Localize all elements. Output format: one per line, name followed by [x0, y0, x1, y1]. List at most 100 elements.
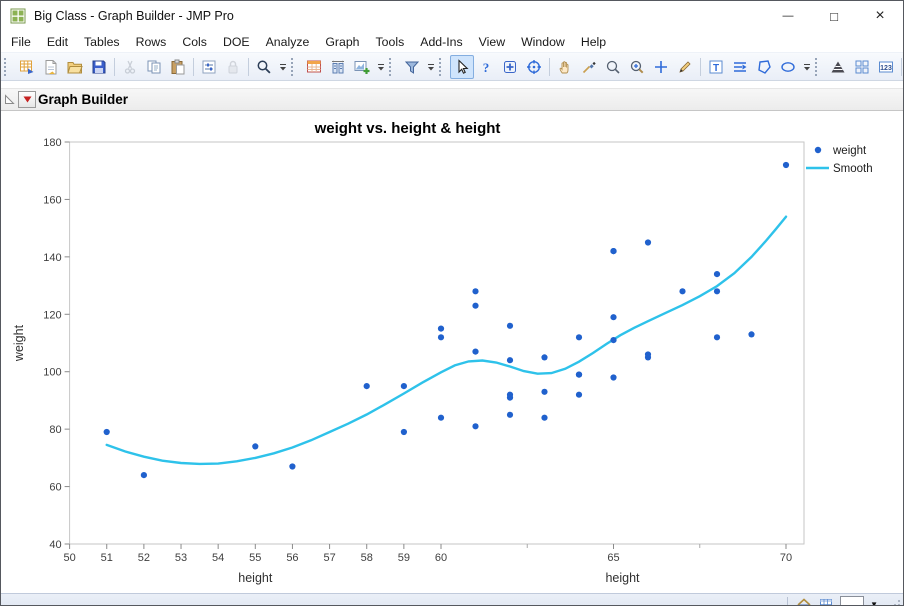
- graph-builder-canvas[interactable]: 40 60 80 100 120 140 160 180 weight 50 51 52 53 54 55 5…: [1, 111, 903, 588]
- toolbar-grip[interactable]: [4, 57, 11, 76]
- target-toolbar-icon[interactable]: [522, 55, 546, 79]
- scatter-point[interactable]: [506, 391, 514, 398]
- toolbar-grip[interactable]: [439, 57, 446, 76]
- scatter-point[interactable]: [472, 423, 479, 430]
- new-journal-toolbar-icon[interactable]: [39, 55, 63, 79]
- x-axis-label[interactable]: height: [605, 571, 640, 585]
- scatter-point[interactable]: [506, 322, 514, 329]
- y-axis-label[interactable]: weight: [12, 324, 26, 362]
- menu-analyze[interactable]: Analyze: [258, 33, 318, 51]
- scatter-point[interactable]: [782, 161, 790, 169]
- menu-edit[interactable]: Edit: [39, 33, 76, 51]
- lines-toolbar-icon[interactable]: [728, 55, 752, 79]
- toolbar-grip[interactable]: [291, 57, 298, 76]
- chart-title[interactable]: weight vs. height & height: [314, 120, 501, 137]
- toolbar-grip[interactable]: [389, 57, 396, 76]
- scatter-point[interactable]: [472, 288, 479, 295]
- toolbar-overflow-caret-icon[interactable]: [800, 56, 813, 78]
- preferences-toolbar-icon[interactable]: [197, 55, 221, 79]
- brush-toolbar-icon[interactable]: [577, 55, 601, 79]
- new-data-table-toolbar-icon[interactable]: [15, 55, 39, 79]
- scatter-point[interactable]: [437, 334, 445, 341]
- scatter-point[interactable]: [713, 288, 721, 295]
- columns-toolbar-icon[interactable]: [326, 55, 350, 79]
- grid-layout-toolbar-icon[interactable]: [850, 55, 874, 79]
- menu-view[interactable]: View: [471, 33, 513, 51]
- plot-frame[interactable]: [69, 141, 805, 545]
- scatter-point[interactable]: [103, 428, 110, 436]
- scatter-point[interactable]: [748, 331, 755, 338]
- scatter-point[interactable]: [472, 302, 479, 309]
- legend-label[interactable]: weight: [832, 145, 867, 157]
- toolbar-overflow-caret-icon[interactable]: [374, 56, 387, 78]
- scatter-point[interactable]: [610, 314, 617, 321]
- scatter-point[interactable]: [400, 383, 407, 390]
- scatter-point[interactable]: [289, 463, 296, 470]
- legend-label[interactable]: Smooth: [833, 163, 873, 175]
- scatter-point[interactable]: [541, 414, 548, 421]
- menu-help[interactable]: Help: [573, 33, 614, 51]
- legend-marker-dot[interactable]: [814, 146, 822, 154]
- scatter-point[interactable]: [506, 411, 514, 418]
- resize-grip[interactable]: [888, 598, 901, 605]
- menu-file[interactable]: File: [3, 33, 39, 51]
- lock-toolbar-icon[interactable]: [221, 55, 245, 79]
- scatter-point[interactable]: [472, 348, 479, 355]
- red-triangle-menu-button[interactable]: [18, 91, 36, 108]
- scatter-point[interactable]: [575, 371, 583, 378]
- scatter-point[interactable]: [644, 239, 652, 246]
- toolbar-overflow-caret-icon[interactable]: [276, 56, 289, 78]
- menu-doe[interactable]: DOE: [215, 33, 258, 51]
- new-graph-toolbar-icon[interactable]: [350, 55, 374, 79]
- scatter-point[interactable]: [610, 248, 617, 255]
- disclosure-triangle-icon[interactable]: [4, 94, 15, 105]
- scatter-point[interactable]: [713, 271, 721, 278]
- help-toolbar-icon[interactable]: ?: [474, 55, 498, 79]
- pencil-toolbar-icon[interactable]: [673, 55, 697, 79]
- cut-toolbar-icon[interactable]: [118, 55, 142, 79]
- calc-123-toolbar-icon[interactable]: 123: [874, 55, 898, 79]
- crosshair-toolbar-icon[interactable]: [649, 55, 673, 79]
- x-axis-label[interactable]: height: [238, 571, 273, 585]
- paste-toolbar-icon[interactable]: [166, 55, 190, 79]
- color-swatch[interactable]: [840, 596, 865, 605]
- search-toolbar-icon[interactable]: [252, 55, 276, 79]
- menu-tools[interactable]: Tools: [368, 33, 413, 51]
- filter-toolbar-icon[interactable]: [400, 55, 424, 79]
- menu-cols[interactable]: Cols: [174, 33, 215, 51]
- scatter-point[interactable]: [437, 325, 445, 332]
- menu-tables[interactable]: Tables: [76, 33, 128, 51]
- magnifier-toolbar-icon[interactable]: [601, 55, 625, 79]
- scatter-point[interactable]: [363, 383, 370, 390]
- save-toolbar-icon[interactable]: [87, 55, 111, 79]
- maximize-button[interactable]: □: [811, 1, 857, 31]
- open-toolbar-icon[interactable]: [63, 55, 87, 79]
- scatter-point[interactable]: [252, 443, 259, 450]
- scatter-point[interactable]: [140, 472, 147, 479]
- scatter-point[interactable]: [610, 374, 617, 381]
- menu-graph[interactable]: Graph: [317, 33, 367, 51]
- arrow-toolbar-icon[interactable]: [450, 54, 474, 79]
- scatter-point[interactable]: [575, 391, 583, 398]
- data-table-toolbar-icon[interactable]: [302, 55, 326, 79]
- scatter-point[interactable]: [506, 357, 514, 364]
- scatter-point[interactable]: [679, 288, 686, 295]
- zoom-toolbar-icon[interactable]: [625, 55, 649, 79]
- scatter-point[interactable]: [610, 337, 617, 344]
- menu-addins[interactable]: Add-Ins: [412, 33, 470, 51]
- copy-toolbar-icon[interactable]: [142, 55, 166, 79]
- menu-window[interactable]: Window: [513, 33, 573, 51]
- home-status-icon[interactable]: [794, 596, 814, 605]
- menu-rows[interactable]: Rows: [128, 33, 175, 51]
- polygon-toolbar-icon[interactable]: [752, 55, 776, 79]
- scatter-point[interactable]: [541, 388, 548, 395]
- scatter-point[interactable]: [575, 334, 583, 341]
- pyramid-toolbar-icon[interactable]: [826, 55, 850, 79]
- status-caret-down-icon[interactable]: ▼: [867, 600, 881, 605]
- scatter-point[interactable]: [437, 414, 445, 421]
- scatter-point[interactable]: [713, 334, 721, 341]
- move-toolbar-icon[interactable]: [498, 55, 522, 79]
- table-edit-status-icon[interactable]: [817, 596, 837, 605]
- hand-toolbar-icon[interactable]: [553, 55, 577, 79]
- scatter-point[interactable]: [400, 428, 407, 436]
